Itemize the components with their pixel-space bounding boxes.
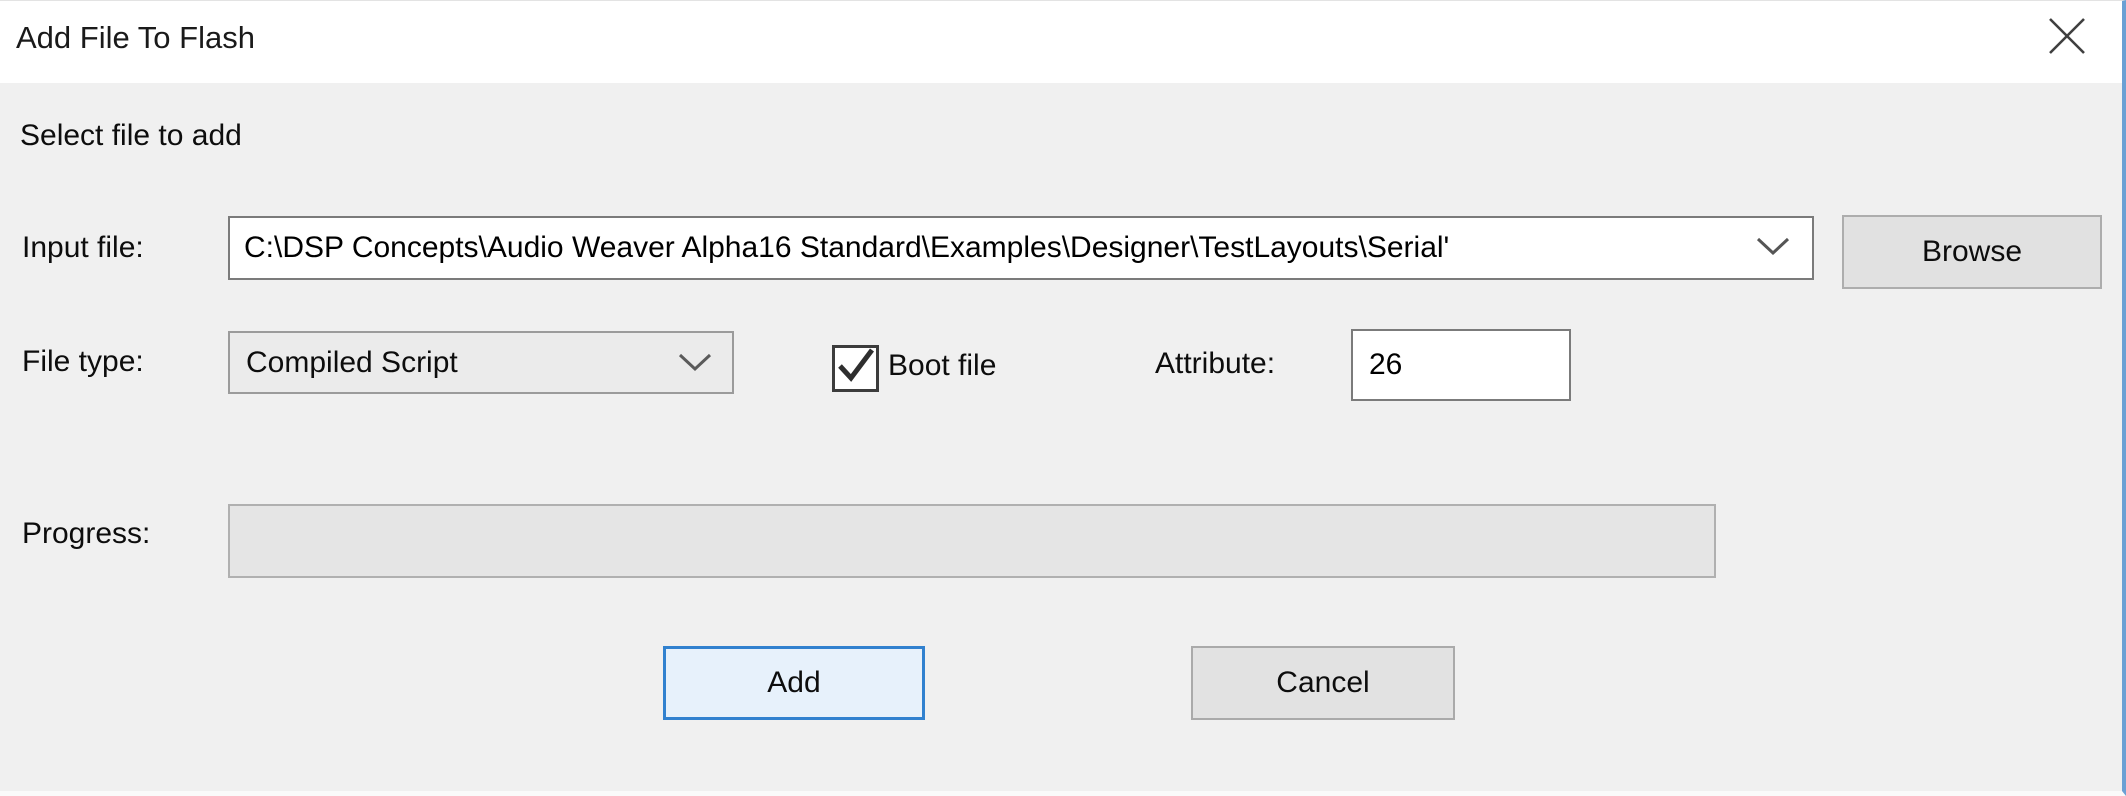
- input-file-label: Input file:: [22, 231, 144, 265]
- browse-button[interactable]: Browse: [1842, 215, 2102, 289]
- checkmark-icon: [834, 346, 878, 391]
- add-file-to-flash-dialog: Add File To Flash Select file to add Inp…: [0, 0, 2126, 796]
- boot-file-label[interactable]: Boot file: [888, 349, 996, 383]
- chevron-down-icon: [678, 346, 712, 380]
- add-button[interactable]: Add: [663, 646, 925, 720]
- progress-bar: [228, 504, 1716, 578]
- close-icon: [2047, 16, 2087, 61]
- file-type-selected-value: Compiled Script: [230, 346, 678, 380]
- boot-file-checkbox[interactable]: [832, 345, 879, 392]
- file-type-dropdown[interactable]: Compiled Script: [228, 331, 734, 394]
- progress-label: Progress:: [22, 517, 150, 551]
- chevron-down-icon[interactable]: [1756, 236, 1790, 261]
- dialog-body: Select file to add Input file: Browse Fi…: [0, 83, 2122, 791]
- attribute-field[interactable]: [1351, 329, 1571, 401]
- titlebar: Add File To Flash: [0, 1, 2122, 83]
- input-file-path-field[interactable]: [230, 218, 1750, 278]
- section-heading: Select file to add: [20, 119, 242, 153]
- input-file-combobox[interactable]: [228, 216, 1814, 280]
- attribute-label: Attribute:: [1155, 347, 1275, 381]
- dialog-title: Add File To Flash: [16, 1, 255, 75]
- cancel-button[interactable]: Cancel: [1191, 646, 1455, 720]
- file-type-label: File type:: [22, 345, 144, 379]
- close-button[interactable]: [2036, 9, 2098, 67]
